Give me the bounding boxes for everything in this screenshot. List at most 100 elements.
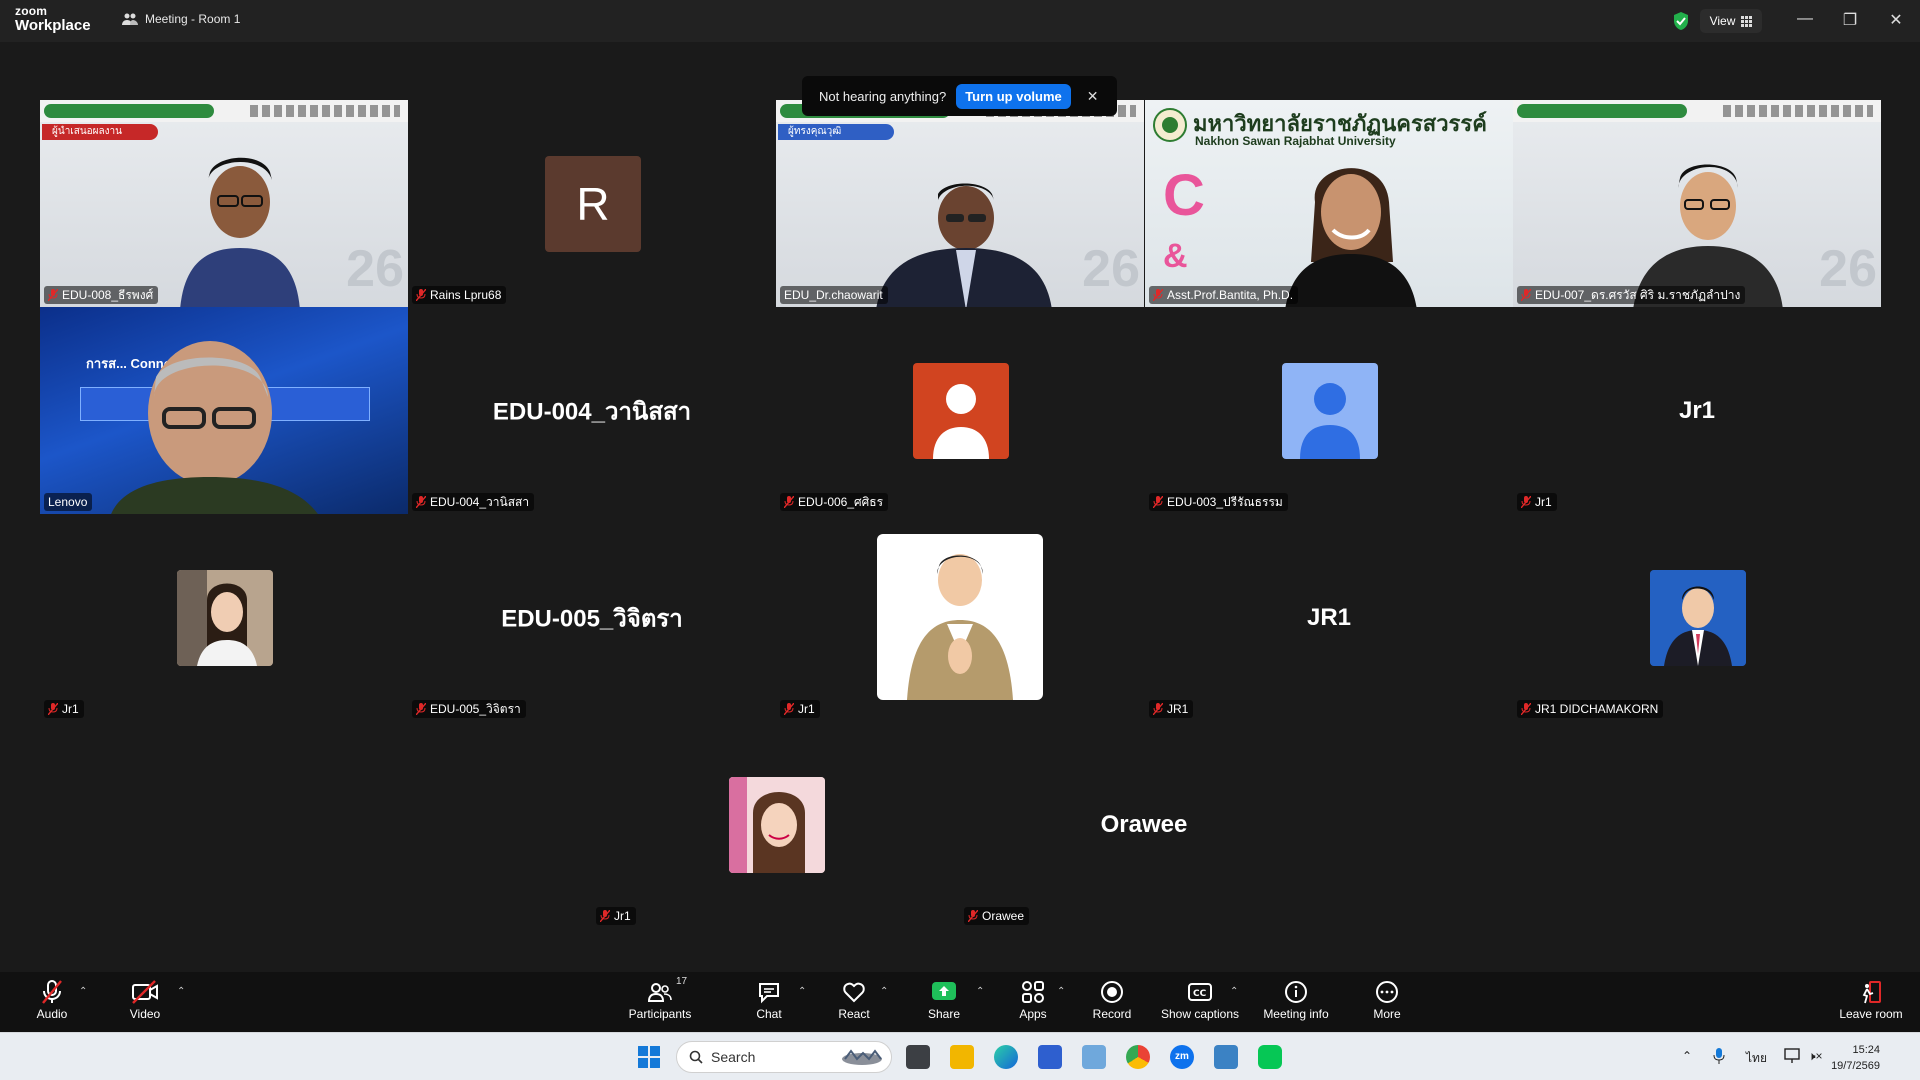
leave-room-button[interactable]: Leave room: [1826, 978, 1916, 1028]
participant-name-label: EDU-003_ปรีรัณธรรม: [1149, 493, 1288, 511]
participant-video: [111, 341, 318, 514]
participants-label: Participants: [628, 1007, 692, 1021]
taskbar-clock[interactable]: 15:24 19/7/2569: [1831, 1042, 1880, 1074]
video-off-icon: [132, 980, 158, 1004]
participant-tile-edu-006[interactable]: EDU-006_ศศิธร: [776, 307, 1144, 514]
photos-app-icon[interactable]: [1082, 1045, 1106, 1069]
apps-label: Apps: [1019, 1007, 1047, 1021]
toast-message: Not hearing anything?: [819, 88, 947, 104]
participant-tile-jr1-c[interactable]: Jr1: [776, 514, 1144, 721]
profile-photo: [1650, 570, 1746, 666]
participant-tile-edu-005[interactable]: EDU-005_วิจิตรา EDU-005_วิจิตรา: [408, 514, 776, 721]
participant-name-label: Rains Lpru68: [412, 286, 507, 304]
breakout-room-icon: [122, 13, 138, 25]
mic-muted-icon: [48, 289, 58, 301]
record-icon: [1101, 981, 1123, 1003]
windows-start-icon[interactable]: [637, 1045, 661, 1069]
view-button[interactable]: View: [1700, 9, 1762, 33]
participant-tile-jr1-d[interactable]: JR1 JR1: [1145, 514, 1513, 721]
file-explorer-icon[interactable]: [950, 1045, 974, 1069]
tray-expand-icon[interactable]: ⌃: [1682, 1049, 1692, 1063]
participant-name: Lenovo: [48, 495, 88, 509]
participant-tile-edu-008[interactable]: ผู้นำเสนอผลงาน 26 EDU-008_ธีรพงศ์: [40, 100, 408, 307]
participant-display-name: Orawee: [1100, 810, 1188, 838]
participant-tile-edu-007[interactable]: 26 EDU-007_ดร.ศรวัส ศิริ ม.ราชภัฏลำปาง: [1513, 100, 1881, 307]
task-view-icon[interactable]: [906, 1045, 930, 1069]
captions-icon: CC: [1188, 983, 1212, 1001]
default-avatar-icon: [1282, 363, 1378, 459]
participant-video: [180, 157, 300, 307]
clock-time: 15:24: [1852, 1044, 1880, 1056]
more-button[interactable]: More: [1342, 978, 1432, 1028]
zoom-app-icon[interactable]: zm: [1170, 1045, 1194, 1069]
participant-video: [1633, 164, 1783, 307]
participant-tile-edu-003[interactable]: EDU-003_ปรีรัณธรรม: [1145, 307, 1513, 514]
close-window-button[interactable]: ✕: [1886, 10, 1906, 30]
security-shield-icon[interactable]: [1672, 11, 1690, 31]
captions-label: Show captions: [1160, 1007, 1240, 1021]
volume-muted-icon[interactable]: 🕨×: [1808, 1049, 1823, 1064]
chat-options-caret[interactable]: ⌃: [798, 986, 806, 997]
participant-name-label: Jr1: [596, 907, 636, 925]
participant-name-label: Jr1: [1517, 493, 1557, 511]
participant-tile-orawee[interactable]: Orawee Orawee: [960, 721, 1328, 928]
meeting-title[interactable]: Meeting - Room 1: [122, 12, 240, 26]
logo-workplace-text: Workplace: [15, 17, 91, 34]
line-app-icon[interactable]: [1258, 1045, 1282, 1069]
input-language-indicator[interactable]: ไทย: [1746, 1049, 1767, 1068]
video-options-caret[interactable]: ⌃: [177, 986, 185, 997]
profile-photo: [177, 570, 273, 666]
record-button[interactable]: Record: [1067, 978, 1157, 1028]
taskbar-search-box[interactable]: Search: [676, 1041, 892, 1073]
turn-up-volume-button[interactable]: Turn up volume: [956, 83, 1071, 109]
participant-name-label: Asst.Prof.Bantita, Ph.D.: [1149, 286, 1299, 304]
network-icon[interactable]: [1784, 1048, 1802, 1064]
participants-icon: [647, 983, 672, 1002]
participant-name: Jr1: [62, 702, 79, 716]
restore-button[interactable]: ❐: [1840, 10, 1860, 30]
participant-initial-avatar: R: [545, 156, 641, 252]
react-options-caret[interactable]: ⌃: [880, 986, 888, 997]
meeting-info-button[interactable]: Meeting info: [1250, 978, 1342, 1028]
participant-name-label: EDU-004_วานิสสา: [412, 493, 535, 511]
participant-tile-jr1-b[interactable]: Jr1: [40, 514, 408, 721]
participant-name: EDU-003_ปรีรัณธรรม: [1167, 494, 1283, 509]
mic-muted-icon: [416, 289, 426, 301]
microphone-tray-icon[interactable]: [1713, 1047, 1725, 1065]
participant-name-label: EDU-005_วิจิตรา: [412, 700, 526, 718]
participant-tile-rains-lpru68[interactable]: R Rains Lpru68: [408, 100, 776, 307]
video-label: Video: [129, 1007, 161, 1021]
minimize-button[interactable]: —: [1795, 10, 1815, 28]
audio-hint-toast: Not hearing anything? Turn up volume ✕: [802, 76, 1117, 116]
captions-options-caret[interactable]: ⌃: [1230, 986, 1238, 997]
chrome-browser-icon[interactable]: [1126, 1045, 1150, 1069]
react-label: React: [838, 1007, 870, 1021]
cartoon-avatar: [877, 534, 1043, 700]
presenter-banner: ผู้นำเสนอผลงาน: [42, 124, 158, 140]
share-options-caret[interactable]: ⌃: [976, 986, 984, 997]
participant-tile-jr1-a[interactable]: Jr1 Jr1: [1513, 307, 1881, 514]
svg-text:CC: CC: [1193, 989, 1207, 999]
participant-tile-bantita[interactable]: มหาวิทยาลัยราชภัฏนครสวรรค์ Nakhon Sawan …: [1145, 100, 1513, 307]
participants-button[interactable]: Participants: [615, 978, 705, 1028]
university-seal-icon: [1153, 108, 1187, 142]
microsoft-store-icon[interactable]: [1038, 1045, 1062, 1069]
participant-name-label: EDU_Dr.chaowarit: [780, 286, 888, 304]
mic-muted-icon: [600, 910, 610, 922]
mic-muted-icon: [1521, 289, 1531, 301]
edge-browser-icon[interactable]: [994, 1045, 1018, 1069]
paint-app-icon[interactable]: [1214, 1045, 1238, 1069]
audio-options-caret[interactable]: ⌃: [79, 986, 87, 997]
participant-display-name: EDU-005_วิจิตรา: [501, 605, 683, 632]
apps-options-caret[interactable]: ⌃: [1057, 986, 1065, 997]
toast-close-button[interactable]: ✕: [1087, 88, 1099, 105]
participant-tile-jr1-e[interactable]: Jr1: [592, 721, 960, 928]
participant-tile-dr-chaowarit[interactable]: ผู้ทรงคุณวุฒิ 26 EDU_Dr.chaowarit: [776, 100, 1144, 307]
participant-name: EDU-008_ธีรพงศ์: [62, 287, 154, 302]
share-label: Share: [927, 1007, 961, 1021]
mic-muted-icon: [1521, 496, 1531, 508]
participant-tile-lenovo[interactable]: การส... Connoisseurship) Lenovo: [40, 307, 408, 514]
participant-tile-edu-004[interactable]: EDU-004_วานิสสา EDU-004_วานิสสา: [408, 307, 776, 514]
participant-tile-didchamakorn[interactable]: JR1 DIDCHAMAKORN: [1513, 514, 1881, 721]
heart-icon: [843, 982, 865, 1003]
